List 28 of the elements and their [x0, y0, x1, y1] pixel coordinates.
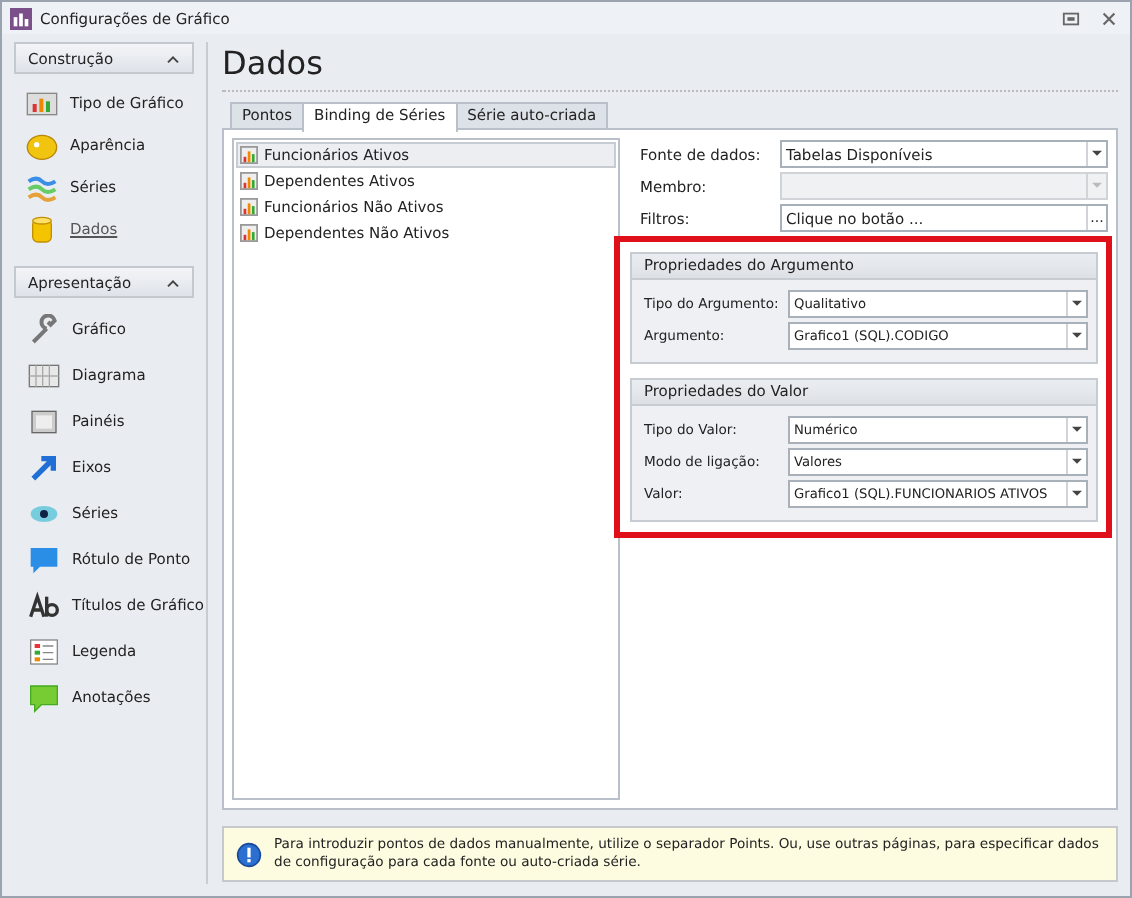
wrench-icon: [28, 313, 60, 345]
close-icon[interactable]: [1100, 9, 1118, 27]
page-title: Dados: [222, 42, 1118, 92]
dropdown-arrow-icon[interactable]: [1092, 150, 1102, 158]
dropdown-arrow-icon[interactable]: [1072, 458, 1082, 466]
cylinder-icon: [26, 213, 58, 245]
dropdown-arrow-icon[interactable]: [1072, 490, 1082, 498]
grid-icon: [28, 359, 60, 391]
app-icon: [10, 7, 32, 29]
dropdown-arrow-icon[interactable]: [1072, 332, 1082, 340]
chevron-icon[interactable]: [166, 53, 180, 63]
bar-chart-icon: [26, 87, 58, 119]
legend-icon: [28, 635, 60, 667]
bar-chart-icon: [240, 198, 258, 216]
panel-icon: [28, 405, 60, 437]
bar-chart-icon: [240, 172, 258, 190]
info-icon: [236, 841, 262, 867]
dropdown-arrow-icon[interactable]: [1072, 300, 1082, 308]
dropdown-arrow-icon[interactable]: [1072, 426, 1082, 434]
bar-chart-icon: [240, 146, 258, 164]
letters-icon: [28, 589, 60, 621]
waves-icon: [26, 171, 58, 203]
arrow-icon: [28, 451, 60, 483]
bar-chart-icon: [240, 224, 258, 242]
note-icon: [28, 681, 60, 713]
chevron-icon[interactable]: [166, 277, 180, 287]
speech-bubble-icon: [28, 543, 60, 575]
restore-icon[interactable]: [1062, 9, 1080, 27]
